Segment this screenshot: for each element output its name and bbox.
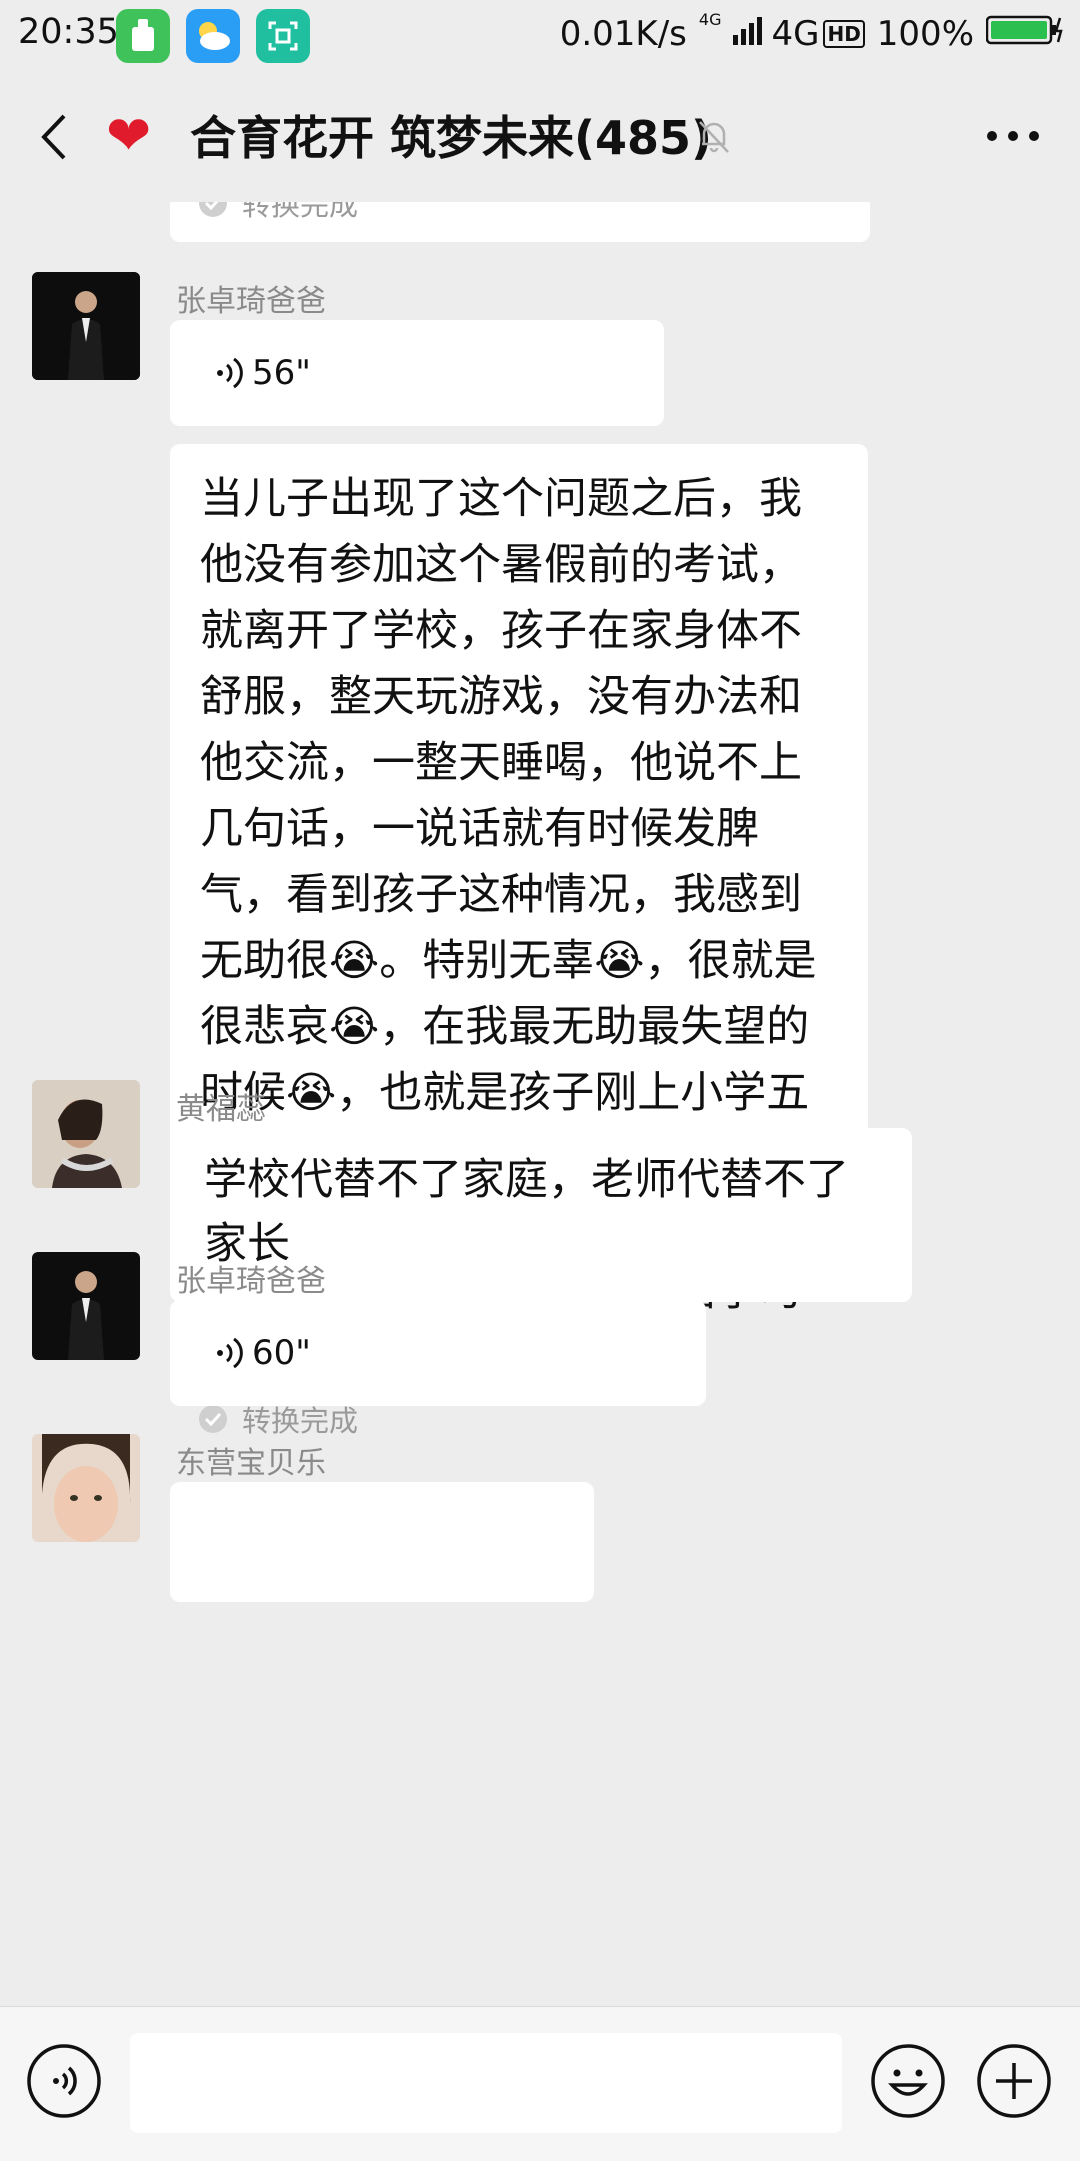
conversion-status: 转换完成	[170, 202, 870, 234]
chat-message-list[interactable]: 转换完成 张卓琦爸爸 56" 当儿子出现了这个问题之后，我他没有参加这个暑假前的…	[0, 202, 1080, 2006]
voice-wave-icon	[217, 357, 243, 389]
sender-name: 黄福蕊	[176, 1092, 266, 1127]
conversion-status-text: 转换完成	[242, 202, 359, 222]
voice-message-bubble[interactable]: 56"	[170, 320, 664, 426]
plus-icon[interactable]	[976, 2043, 1052, 2119]
message-input[interactable]	[130, 2033, 842, 2133]
chat-title: 合育花开 筑梦未来(485)	[190, 111, 713, 165]
voice-duration: 56"	[252, 353, 311, 393]
sender-name: 东营宝贝乐	[176, 1446, 326, 1481]
avatar[interactable]	[32, 1252, 140, 1360]
chat-header: ❤ 合育花开 筑梦未来(485)	[0, 72, 1080, 202]
sender-name: 张卓琦爸爸	[176, 284, 326, 319]
avatar[interactable]	[32, 272, 140, 380]
check-circle-icon	[199, 202, 227, 217]
message-text: 学校代替不了家庭，老师代替不了家长	[204, 1155, 849, 1269]
input-bar	[0, 2006, 1080, 2161]
battery-percent: 100%	[876, 13, 974, 54]
sender-name: 张卓琦爸爸	[176, 1264, 326, 1299]
avatar[interactable]	[32, 1434, 140, 1542]
transcript-bubble[interactable]: 当儿子出现了这个问题之后，我他没有参加这个暑假前的考试，就离开了学校，孩子在家身…	[170, 444, 868, 1438]
status-right-group: 0.01K/s 4G 4G HD 100%	[548, 12, 1066, 55]
status-time: 20:35	[18, 12, 119, 52]
network-type: 4G	[771, 13, 820, 54]
mute-bell-icon	[694, 116, 734, 156]
transcript-bubble-partial[interactable]: 转换完成	[170, 202, 870, 242]
message-bubble-partial[interactable]	[170, 1482, 594, 1602]
voice-duration: 60"	[252, 1333, 311, 1373]
voice-message-bubble[interactable]: 60"	[170, 1300, 706, 1406]
scanner-app-icon	[256, 9, 310, 63]
battery-icon	[985, 12, 1066, 55]
more-icon[interactable]	[986, 124, 1040, 148]
back-arrow-icon[interactable]	[30, 110, 84, 164]
network-speed: 0.01K/s	[559, 13, 687, 54]
voice-input-icon[interactable]	[26, 2043, 102, 2119]
network-small-label: 4G	[698, 10, 722, 29]
weather-app-icon	[186, 9, 240, 63]
emoji-icon[interactable]	[870, 2043, 946, 2119]
heart-icon: ❤	[106, 104, 152, 167]
check-circle-icon	[199, 1405, 227, 1433]
avatar[interactable]	[32, 1080, 140, 1188]
hd-badge: HD	[823, 19, 865, 48]
voice-wave-icon	[217, 1337, 243, 1369]
status-bar: 20:35 0.01K/s 4G 4G HD 100%	[0, 0, 1080, 72]
signal-icon	[733, 13, 769, 54]
cleaner-app-icon	[116, 9, 170, 63]
